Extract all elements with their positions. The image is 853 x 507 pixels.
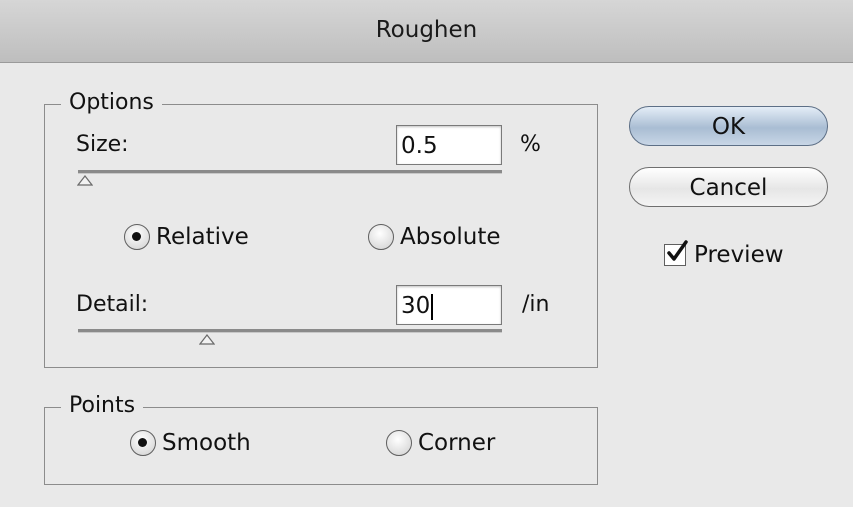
detail-slider-thumb[interactable] bbox=[199, 334, 215, 345]
corner-radio[interactable]: Corner bbox=[386, 430, 495, 456]
dialog-title: Roughen bbox=[375, 17, 478, 43]
detail-unit: /in bbox=[522, 292, 550, 317]
options-legend: Options bbox=[61, 89, 162, 117]
text-cursor bbox=[431, 293, 433, 320]
absolute-radio[interactable]: Absolute bbox=[368, 224, 501, 250]
relative-radio[interactable]: Relative bbox=[124, 224, 249, 250]
preview-checkbox[interactable]: Preview bbox=[664, 240, 784, 268]
size-slider-track[interactable] bbox=[78, 170, 502, 174]
title-bar[interactable]: Roughen bbox=[0, 0, 853, 63]
detail-label: Detail: bbox=[76, 292, 149, 317]
size-label: Size: bbox=[76, 132, 129, 157]
corner-radio-label: Corner bbox=[418, 430, 496, 456]
roughen-dialog: Roughen Options Size: 0.5 % Relative Abs… bbox=[0, 0, 853, 507]
detail-input[interactable]: 30 bbox=[396, 285, 502, 325]
size-input[interactable]: 0.5 bbox=[396, 125, 502, 165]
cancel-button[interactable]: Cancel bbox=[629, 167, 828, 207]
relative-radio-label: Relative bbox=[156, 224, 249, 250]
absolute-radio-label: Absolute bbox=[400, 224, 501, 250]
preview-label: Preview bbox=[694, 242, 784, 268]
checkmark-icon bbox=[667, 240, 688, 261]
size-unit: % bbox=[520, 132, 541, 157]
smooth-radio-label: Smooth bbox=[162, 430, 251, 456]
corner-radio-indicator bbox=[386, 430, 412, 456]
absolute-radio-indicator bbox=[368, 224, 394, 250]
relative-radio-indicator bbox=[124, 224, 150, 250]
detail-slider-track[interactable] bbox=[78, 329, 502, 333]
ok-button[interactable]: OK bbox=[629, 106, 828, 146]
preview-checkbox-box bbox=[664, 240, 688, 266]
points-legend: Points bbox=[61, 392, 144, 420]
detail-input-value: 30 bbox=[401, 293, 431, 319]
size-slider-thumb[interactable] bbox=[77, 175, 93, 186]
smooth-radio[interactable]: Smooth bbox=[130, 430, 251, 456]
points-group: Points bbox=[44, 392, 598, 485]
smooth-radio-indicator bbox=[130, 430, 156, 456]
